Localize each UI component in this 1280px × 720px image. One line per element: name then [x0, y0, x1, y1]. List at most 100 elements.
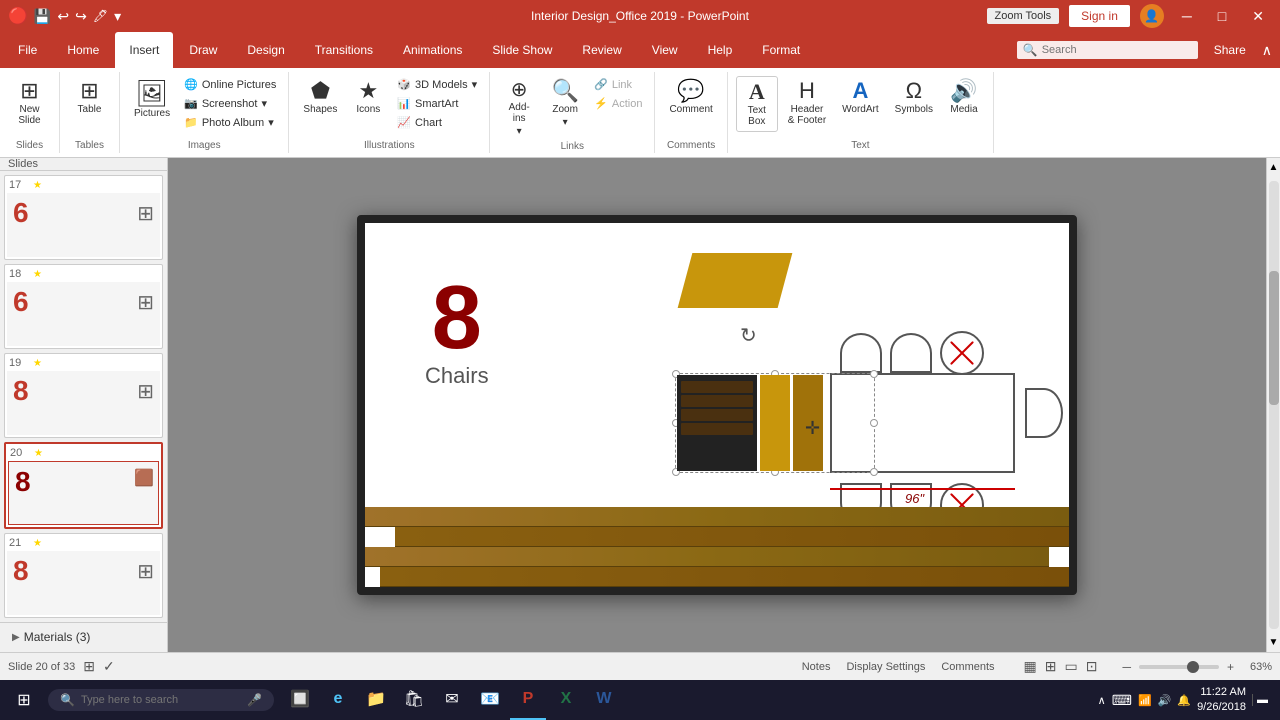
taskbar-network-icon[interactable]: 📶	[1138, 694, 1152, 707]
tab-format[interactable]: Format	[748, 32, 814, 68]
wordart-button[interactable]: A WordArt	[836, 76, 885, 119]
undo-icon[interactable]: ↩	[57, 8, 69, 25]
zoom-button[interactable]: 🔍 Zoom ▾	[544, 76, 586, 132]
slide-thumb-21[interactable]: 21 ★ 8 ⊞	[4, 533, 163, 618]
vertical-scrollbar[interactable]: ▲ ▼	[1266, 158, 1280, 652]
star-icon-21: ★	[33, 538, 42, 549]
taskbar-notification-icon[interactable]: 🔔	[1177, 694, 1191, 707]
zoom-out-icon[interactable]: ─	[1122, 660, 1131, 674]
customize-icon[interactable]: 🖊	[93, 9, 108, 23]
search-input[interactable]	[1042, 44, 1192, 56]
slide-num-21: 21	[9, 537, 29, 549]
restore-button[interactable]: □	[1210, 6, 1234, 26]
save-icon[interactable]: 💾	[34, 8, 51, 25]
close-button[interactable]: ✕	[1244, 6, 1272, 27]
slide-thumb-17[interactable]: 17 ★ 6 ⊞	[4, 175, 163, 260]
ribbon-tab-bar: File Home Insert Draw Design Transitions…	[0, 32, 1280, 68]
tab-review[interactable]: Review	[568, 32, 635, 68]
tab-view[interactable]: View	[638, 32, 692, 68]
new-slide-button[interactable]: ⊞ NewSlide	[9, 76, 51, 130]
symbols-button[interactable]: Ω Symbols	[889, 76, 939, 119]
slide-thumb-21-preview: 8 ⊞	[7, 551, 160, 615]
zoom-thumb[interactable]	[1187, 661, 1199, 673]
minimize-button[interactable]: ─	[1174, 6, 1200, 26]
taskbar-powerpoint[interactable]: P	[510, 680, 546, 720]
scroll-up-icon[interactable]: ▲	[1265, 158, 1280, 177]
taskbar-search-input[interactable]	[81, 694, 241, 706]
taskbar-keyboard-icon[interactable]: ⌨	[1112, 692, 1132, 709]
scroll-down-icon[interactable]: ▼	[1265, 633, 1280, 652]
taskbar-edge[interactable]: e	[320, 680, 356, 720]
start-button[interactable]: ⊞	[4, 680, 44, 720]
furniture-wood-1	[760, 375, 790, 471]
add-ins-button[interactable]: ⊕ Add-ins ▾	[498, 76, 540, 141]
taskbar-outlook[interactable]: 📧	[472, 680, 508, 720]
table-button[interactable]: ⊞ Table	[69, 76, 111, 119]
chart-button[interactable]: 📈 Chart	[393, 114, 481, 131]
tab-design[interactable]: Design	[233, 32, 298, 68]
add-ins-dropdown[interactable]: ▾	[517, 126, 522, 137]
tab-slideshow[interactable]: Slide Show	[478, 32, 566, 68]
collapse-ribbon-icon[interactable]: ∧	[1262, 42, 1272, 59]
tab-help[interactable]: Help	[694, 32, 747, 68]
smartart-button[interactable]: 📊 SmartArt	[393, 95, 481, 112]
pictures-button[interactable]: 🖼 Pictures	[128, 76, 176, 123]
tab-animations[interactable]: Animations	[389, 32, 476, 68]
taskbar-volume-icon[interactable]: 🔊	[1158, 694, 1172, 707]
taskbar-excel[interactable]: X	[548, 680, 584, 720]
taskbar-clock[interactable]: 11:22 AM 9/26/2018	[1197, 685, 1246, 716]
title-bar-right: Zoom Tools Sign in 👤 ─ □ ✕	[987, 4, 1272, 28]
action-button[interactable]: ⚡ Action	[590, 95, 646, 112]
shapes-button[interactable]: ⬟ Shapes	[297, 76, 343, 119]
online-pictures-button[interactable]: 🌐 Online Pictures	[180, 76, 280, 93]
taskbar-word[interactable]: W	[586, 680, 622, 720]
comments-button[interactable]: Comments	[937, 659, 998, 675]
zoom-dropdown[interactable]: ▾	[563, 117, 568, 128]
notes-button[interactable]: Notes	[798, 659, 835, 675]
zoom-in-icon[interactable]: +	[1227, 660, 1234, 674]
taskbar-search[interactable]: 🔍 🎤	[48, 689, 274, 711]
slide-thumb-19[interactable]: 19 ★ 8 ⊞	[4, 353, 163, 438]
photo-album-dropdown[interactable]: ▾	[268, 116, 274, 129]
chart-icon: 📈	[397, 116, 411, 129]
share-button[interactable]: Share	[1206, 39, 1254, 61]
taskbar-store[interactable]: 🛍	[396, 680, 432, 720]
screenshot-button[interactable]: 📷 Screenshot ▾	[180, 95, 280, 112]
taskbar-show-desktop[interactable]: ▬	[1252, 694, 1268, 706]
photo-album-button[interactable]: 📁 Photo Album ▾	[180, 114, 280, 131]
scroll-thumb[interactable]	[1269, 271, 1279, 405]
scroll-track	[1269, 181, 1279, 629]
3d-models-button[interactable]: 🎲 3D Models ▾	[393, 76, 481, 93]
screenshot-dropdown[interactable]: ▾	[261, 97, 267, 110]
header-footer-button[interactable]: H Header& Footer	[782, 76, 832, 130]
sign-in-button[interactable]: Sign in	[1069, 5, 1130, 27]
tab-home[interactable]: Home	[53, 32, 113, 68]
3d-models-dropdown[interactable]: ▾	[472, 78, 478, 91]
tab-transitions[interactable]: Transitions	[301, 32, 387, 68]
taskbar-folder[interactable]: 📁	[358, 680, 394, 720]
zoom-level[interactable]: 63%	[1242, 661, 1272, 673]
normal-view-icon[interactable]: ▦	[1024, 658, 1037, 675]
materials-group[interactable]: ▶ Materials (3)	[8, 627, 159, 647]
tab-draw[interactable]: Draw	[175, 32, 231, 68]
taskbar-mail[interactable]: ✉	[434, 680, 470, 720]
taskbar-up-arrow[interactable]: ∧	[1098, 694, 1106, 707]
search-box[interactable]: 🔍	[1017, 41, 1198, 59]
text-box-button[interactable]: A TextBox	[736, 76, 778, 132]
icons-button[interactable]: ★ Icons	[347, 76, 389, 119]
slide-thumb-20[interactable]: 20 ★ 8 🟫	[4, 442, 163, 529]
link-button[interactable]: 🔗 Link	[590, 76, 646, 93]
tab-insert[interactable]: Insert	[115, 32, 173, 68]
tab-file[interactable]: File	[4, 32, 51, 68]
display-settings-button[interactable]: Display Settings	[842, 659, 929, 675]
reading-view-icon[interactable]: ▭	[1065, 658, 1078, 675]
taskbar-explorer[interactable]: 🔲	[282, 680, 318, 720]
zoom-slider[interactable]	[1139, 665, 1219, 669]
comment-button[interactable]: 💬 Comment	[663, 76, 718, 119]
redo-icon[interactable]: ↪	[75, 8, 87, 25]
dropdown-icon[interactable]: ▾	[114, 8, 121, 25]
presenter-view-icon[interactable]: ⊡	[1086, 658, 1098, 675]
media-button[interactable]: 🔊 Media	[943, 76, 985, 119]
slide-sorter-icon[interactable]: ⊞	[1045, 658, 1057, 675]
slide-thumb-18[interactable]: 18 ★ 6 ⊞	[4, 264, 163, 349]
